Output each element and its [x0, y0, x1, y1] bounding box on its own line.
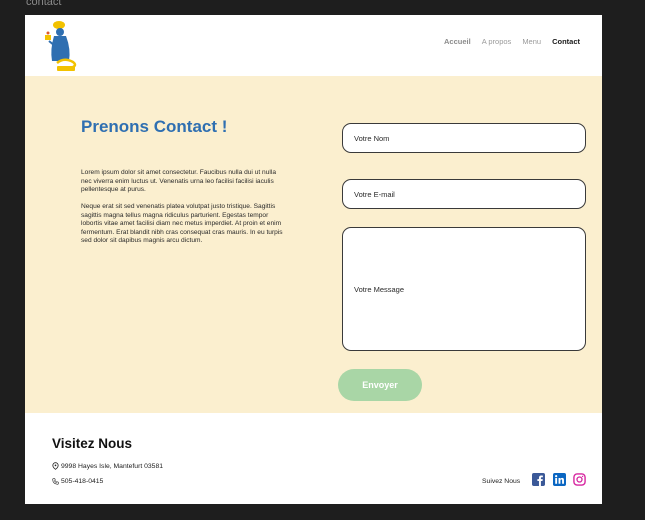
nav-accueil[interactable]: Accueil — [444, 37, 471, 46]
frame-label: contact — [26, 0, 62, 8]
send-button[interactable]: Envoyer — [338, 369, 422, 401]
email-placeholder: Votre E-mail — [354, 189, 395, 199]
instagram-icon[interactable] — [573, 473, 586, 486]
intro-paragraph-2: Neque erat sit sed venenatis platea volu… — [81, 203, 283, 245]
phone-line: 505-418-0415 — [52, 478, 103, 485]
name-placeholder: Votre Nom — [354, 133, 390, 143]
message-field[interactable]: Votre Message — [342, 227, 586, 351]
message-placeholder: Votre Message — [354, 284, 405, 294]
address-text: 9998 Hayes Isle, Mantefurt 03581 — [61, 462, 164, 470]
nav-menu[interactable]: Menu — [522, 37, 541, 46]
phone-text: 505-418-0415 — [61, 478, 104, 485]
name-field[interactable]: Votre Nom — [342, 123, 586, 153]
main-nav: Accueil A propos Menu Contact — [444, 37, 580, 46]
linkedin-icon[interactable] — [553, 473, 566, 486]
facebook-icon[interactable] — [532, 473, 545, 486]
footer-title: Visitez Nous — [52, 436, 133, 451]
location-pin-icon — [52, 462, 59, 470]
nav-a-propos[interactable]: A propos — [482, 37, 512, 46]
family-cakes-logo[interactable] — [43, 19, 85, 73]
site-footer: Visitez Nous 9998 Hayes Isle, Mantefurt … — [25, 413, 602, 504]
site-header: Accueil A propos Menu Contact — [25, 15, 602, 76]
email-field[interactable]: Votre E-mail — [342, 179, 586, 209]
contact-section: Prenons Contact ! Lorem ipsum dolor sit … — [25, 76, 602, 413]
follow-label: Suivez Nous — [482, 478, 521, 485]
address-line: 9998 Hayes Isle, Mantefurt 03581 — [52, 462, 163, 470]
nav-contact[interactable]: Contact — [552, 37, 580, 46]
contact-page: Accueil A propos Menu Contact Prenons Co… — [25, 15, 602, 504]
page-title: Prenons Contact ! — [81, 117, 228, 136]
intro-paragraph-1: Lorem ipsum dolor sit amet consectetur. … — [81, 169, 276, 194]
phone-icon — [52, 478, 59, 485]
